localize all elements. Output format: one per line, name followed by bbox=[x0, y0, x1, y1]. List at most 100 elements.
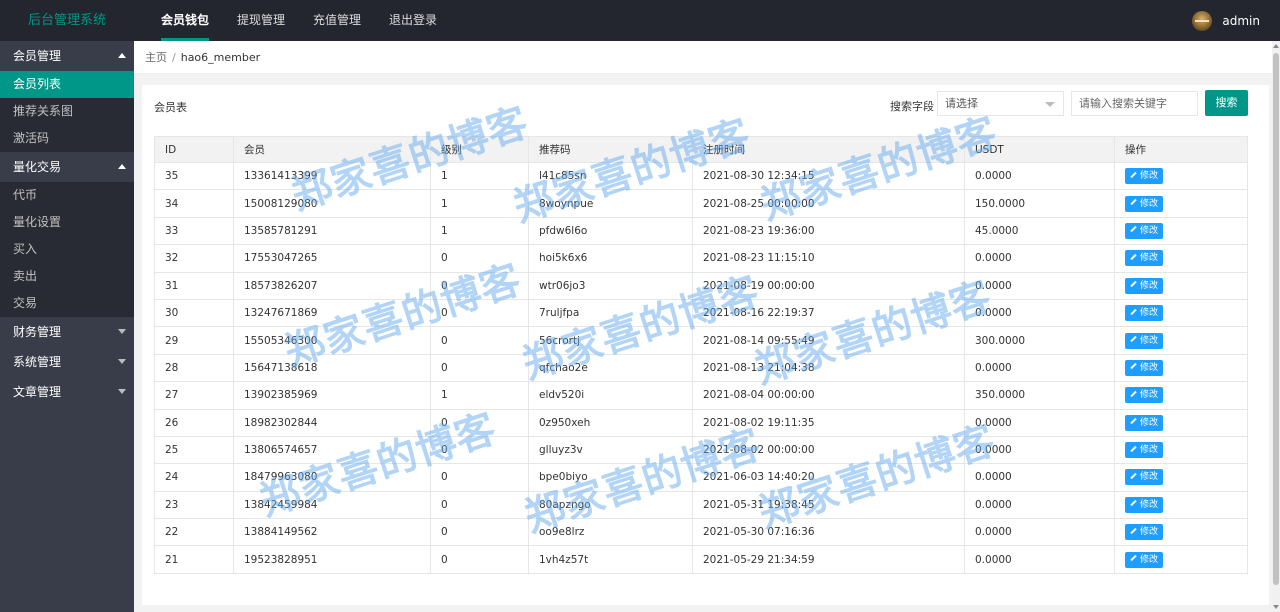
member-table: ID 会员 级别 推荐码 注册时间 USDT 操作 35 13361413399 1… bbox=[154, 136, 1248, 574]
top-nav: 会员钱包 提现管理 充值管理 退出登录 bbox=[147, 0, 451, 41]
scroll-up-icon[interactable] bbox=[1273, 44, 1279, 48]
cell-level: 0 bbox=[430, 518, 529, 547]
search-field-label: 搜索字段 bbox=[890, 100, 934, 113]
scroll-down-icon[interactable] bbox=[1273, 605, 1279, 609]
cell-usdt: 0.0000 bbox=[964, 435, 1115, 465]
sidebar-item-token[interactable]: 代币 bbox=[0, 182, 134, 209]
col-header-member[interactable]: 会员 bbox=[233, 136, 431, 163]
cell-actions: 修改 bbox=[1114, 161, 1248, 191]
edit-icon bbox=[1130, 171, 1137, 178]
cell-register-time: 2021-06-03 14:40:20 bbox=[692, 463, 965, 492]
app-brand: 后台管理系统 bbox=[27, 13, 106, 28]
sidebar-item-sell[interactable]: 卖出 bbox=[0, 263, 134, 290]
cell-level: 1 bbox=[430, 381, 529, 410]
breadcrumb-home[interactable]: 主页 bbox=[145, 51, 167, 64]
edit-button[interactable]: 修改 bbox=[1125, 277, 1164, 294]
member-table-card: 会员表 搜索字段 请选择 搜索 ID 会员 级别 推荐码 注册时间 bbox=[142, 85, 1269, 605]
keyword-search-input[interactable] bbox=[1071, 91, 1198, 116]
edit-button[interactable]: 修改 bbox=[1125, 359, 1164, 376]
edit-button[interactable]: 修改 bbox=[1125, 168, 1164, 185]
sidebar-item-member-list[interactable]: 会员列表 bbox=[0, 71, 134, 98]
edit-button[interactable]: 修改 bbox=[1125, 332, 1164, 349]
cell-member: 13585781291 bbox=[233, 216, 431, 246]
caret-down-icon bbox=[118, 329, 126, 334]
sidebar-group-system[interactable]: 系统管理 bbox=[0, 347, 134, 377]
cell-usdt: 0.0000 bbox=[964, 463, 1115, 492]
sidebar-group-quant[interactable]: 量化交易 bbox=[0, 152, 134, 182]
cell-actions: 修改 bbox=[1114, 463, 1248, 492]
cell-usdt: 0.0000 bbox=[964, 271, 1115, 300]
cell-actions: 修改 bbox=[1114, 216, 1248, 246]
avatar[interactable] bbox=[1192, 10, 1213, 31]
cell-actions: 修改 bbox=[1114, 435, 1248, 465]
edit-button[interactable]: 修改 bbox=[1125, 469, 1164, 486]
table-row: 25 13806574657 0 glluyz3v 2021-08-02 00:00:0… bbox=[154, 435, 1248, 465]
cell-usdt: 0.0000 bbox=[964, 298, 1115, 328]
cell-actions: 修改 bbox=[1114, 545, 1248, 574]
search-button[interactable]: 搜索 bbox=[1205, 90, 1248, 116]
cell-register-time: 2021-08-02 19:11:35 bbox=[692, 408, 965, 437]
sidebar-group-article[interactable]: 文章管理 bbox=[0, 377, 134, 407]
col-header-actions: 操作 bbox=[1114, 136, 1248, 163]
edit-button[interactable]: 修改 bbox=[1125, 524, 1164, 541]
topnav-logout[interactable]: 退出登录 bbox=[375, 0, 451, 41]
cell-referral-code: wtr06jo3 bbox=[528, 271, 693, 300]
edit-button[interactable]: 修改 bbox=[1125, 305, 1164, 322]
scrollbar-thumb[interactable] bbox=[1273, 53, 1279, 585]
sidebar-submenu-quant: 代币 量化设置 买入 卖出 交易 bbox=[0, 182, 134, 317]
cell-referral-code: pfdw6l6o bbox=[528, 216, 693, 246]
edit-button[interactable]: 修改 bbox=[1125, 551, 1164, 568]
search-field-select[interactable]: 请选择 bbox=[937, 91, 1064, 116]
topnav-withdraw[interactable]: 提现管理 bbox=[223, 0, 299, 41]
edit-icon bbox=[1130, 198, 1137, 206]
cell-usdt: 0.0000 bbox=[964, 518, 1115, 547]
sidebar-item-trade[interactable]: 交易 bbox=[0, 290, 134, 317]
edit-button[interactable]: 修改 bbox=[1125, 496, 1164, 513]
cell-register-time: 2021-08-30 12:34:15 bbox=[692, 161, 965, 191]
edit-icon bbox=[1130, 554, 1137, 562]
col-header-level[interactable]: 级别 bbox=[430, 136, 529, 163]
sidebar-item-referral-graph[interactable]: 推荐关系图 bbox=[0, 98, 134, 125]
username[interactable]: admin bbox=[1222, 14, 1260, 28]
page-scrollbar[interactable] bbox=[1272, 41, 1280, 612]
edit-button[interactable]: 修改 bbox=[1125, 195, 1164, 212]
col-header-id[interactable]: ID bbox=[154, 136, 234, 163]
table-row: 22 13884149562 0 oo9e8lrz 2021-05-30 07:16:3… bbox=[154, 518, 1248, 547]
topnav-recharge[interactable]: 充值管理 bbox=[299, 0, 375, 41]
topnav-wallet[interactable]: 会员钱包 bbox=[147, 0, 223, 41]
sidebar-group-member[interactable]: 会员管理 bbox=[0, 41, 134, 71]
table-row: 24 18479963080 0 bpe0biyo 2021-06-03 14:40:2… bbox=[154, 463, 1248, 492]
cell-member: 15505346300 bbox=[233, 326, 431, 355]
cell-register-time: 2021-08-16 22:19:37 bbox=[692, 298, 965, 328]
cell-id: 27 bbox=[154, 381, 234, 410]
sidebar-item-activation-code[interactable]: 激活码 bbox=[0, 125, 134, 152]
cell-actions: 修改 bbox=[1114, 353, 1248, 383]
col-header-referral-code[interactable]: 推荐码 bbox=[528, 136, 693, 163]
edit-button-label: 修改 bbox=[1140, 171, 1159, 182]
col-header-register-time[interactable]: 注册时间 bbox=[692, 136, 965, 163]
edit-button[interactable]: 修改 bbox=[1125, 222, 1164, 239]
cell-referral-code: bpe0biyo bbox=[528, 463, 693, 492]
edit-button-label: 修改 bbox=[1140, 472, 1159, 483]
sidebar-item-quant-settings[interactable]: 量化设置 bbox=[0, 209, 134, 236]
user-menu[interactable]: admin bbox=[1192, 0, 1260, 41]
sidebar-group-finance[interactable]: 财务管理 bbox=[0, 317, 134, 347]
edit-button-label: 修改 bbox=[1140, 554, 1159, 565]
table-row: 27 13902385969 1 eldv520i 2021-08-04 00:00:0… bbox=[154, 381, 1248, 410]
edit-button[interactable]: 修改 bbox=[1125, 442, 1164, 459]
cell-id: 21 bbox=[154, 545, 234, 574]
cell-level: 1 bbox=[430, 189, 529, 218]
table-row: 35 13361413399 1 l41c85sn 2021-08-30 12:34:1… bbox=[154, 161, 1248, 191]
edit-button[interactable]: 修改 bbox=[1125, 414, 1164, 431]
edit-button[interactable]: 修改 bbox=[1125, 387, 1164, 404]
table-row: 31 18573826207 0 wtr06jo3 2021-08-19 00:00:0… bbox=[154, 271, 1248, 300]
cell-referral-code: 56crortj bbox=[528, 326, 693, 355]
sidebar-item-buy[interactable]: 买入 bbox=[0, 236, 134, 263]
cell-id: 23 bbox=[154, 490, 234, 520]
col-header-usdt[interactable]: USDT bbox=[964, 136, 1115, 163]
edit-button-label: 修改 bbox=[1140, 335, 1159, 346]
cell-register-time: 2021-05-30 07:16:36 bbox=[692, 518, 965, 547]
edit-button[interactable]: 修改 bbox=[1125, 250, 1164, 267]
edit-button-label: 修改 bbox=[1140, 198, 1159, 209]
cell-id: 25 bbox=[154, 435, 234, 465]
